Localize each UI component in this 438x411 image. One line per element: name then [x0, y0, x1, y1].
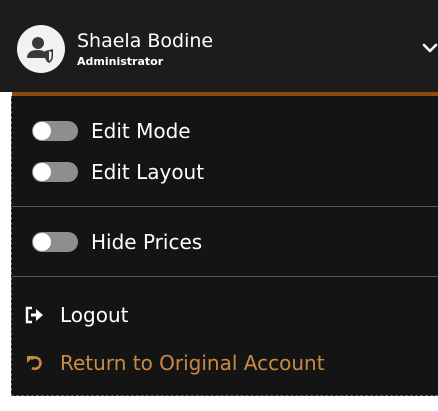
toggle-knob — [33, 233, 51, 251]
avatar — [17, 25, 65, 73]
user-name: Shaela Bodine — [77, 30, 214, 52]
toggle-knob — [33, 122, 51, 140]
account-header[interactable]: Shaela Bodine Administrator — [0, 0, 438, 92]
toggle-knob — [33, 163, 51, 181]
page-background — [0, 396, 438, 411]
edit-mode-label: Edit Mode — [91, 119, 191, 143]
user-shield-icon — [27, 37, 53, 63]
menu-divider — [12, 276, 438, 277]
edit-mode-toggle[interactable] — [32, 121, 78, 141]
logout-label: Logout — [60, 303, 129, 327]
sign-out-icon — [25, 306, 43, 324]
hide-prices-label: Hide Prices — [91, 230, 203, 254]
account-dropdown-menu: Edit Mode Edit Layout Hide Prices Logout… — [11, 96, 438, 396]
menu-divider — [12, 206, 438, 207]
hide-prices-toggle[interactable] — [32, 232, 78, 252]
user-role: Administrator — [77, 55, 164, 68]
edit-layout-label: Edit Layout — [91, 160, 205, 184]
chevron-down-icon[interactable] — [422, 42, 438, 56]
edit-layout-toggle[interactable] — [32, 162, 78, 182]
return-to-original-account-label: Return to Original Account — [60, 351, 325, 375]
undo-icon — [27, 356, 42, 371]
